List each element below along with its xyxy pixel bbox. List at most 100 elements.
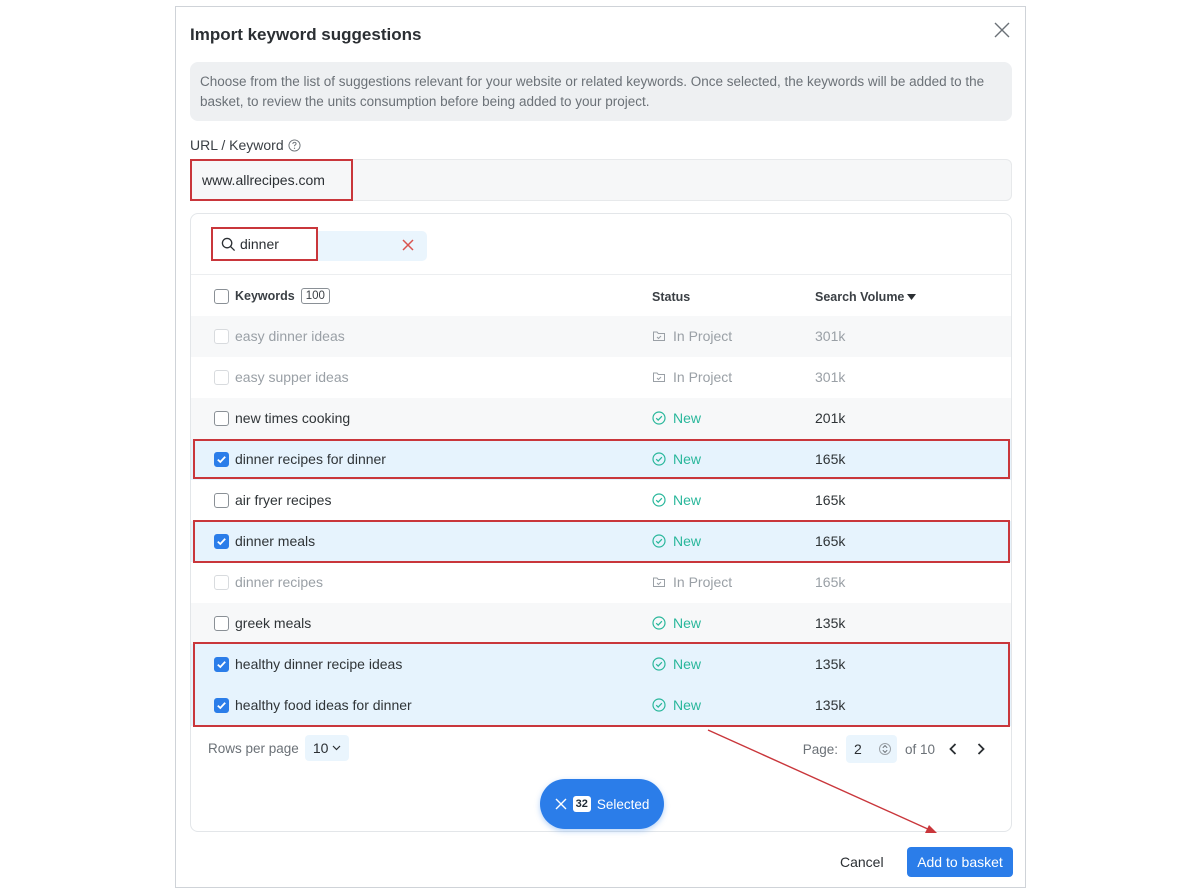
volume-cell: 135k — [815, 656, 846, 672]
search-value: dinner — [240, 236, 279, 252]
keyword-cell: new times cooking — [235, 410, 351, 426]
keyword-cell: easy dinner ideas — [235, 328, 345, 344]
table-row[interactable]: new times cooking New 201k — [191, 398, 1011, 439]
check-circle-icon — [652, 411, 666, 425]
search-volume-header[interactable]: Search Volume — [815, 290, 917, 304]
status-text: New — [673, 410, 702, 426]
row-checkbox — [214, 329, 229, 344]
row-checkbox[interactable] — [214, 657, 229, 672]
cancel-button[interactable]: Cancel — [840, 854, 884, 870]
search-icon — [221, 237, 236, 251]
status-cell: New — [652, 410, 701, 426]
keywords-count-badge: 100 — [300, 288, 330, 304]
page-number-value: 2 — [853, 741, 862, 757]
checkmark-icon — [217, 702, 226, 710]
keyword-cell: healthy dinner recipe ideas — [235, 656, 403, 672]
import-dialog: Import keyword suggestions Choose from t… — [175, 6, 1026, 888]
table-row[interactable]: air fryer recipes New 165k — [191, 480, 1011, 521]
page-number-input[interactable]: 2 — [845, 735, 897, 763]
sort-desc-icon[interactable] — [907, 293, 917, 301]
clear-search-icon[interactable] — [401, 238, 415, 252]
table-row[interactable]: dinner meals New 165k — [191, 521, 1011, 562]
volume-cell: 165k — [815, 533, 846, 549]
volume-cell: 165k — [815, 492, 846, 508]
keyword-cell: healthy food ideas for dinner — [235, 697, 412, 713]
keywords-header: Keywords 100 — [214, 288, 330, 304]
selected-label: Selected — [596, 796, 650, 812]
pagination: Page: 2 of 10 — [803, 735, 991, 763]
status-cell: New — [652, 533, 701, 549]
search-input[interactable]: dinner — [211, 227, 318, 261]
rows-per-page-value: 10 — [312, 740, 329, 756]
keyword-cell: air fryer recipes — [235, 492, 332, 508]
chevron-left-icon — [949, 743, 957, 755]
status-cell: New — [652, 656, 701, 672]
table-row[interactable]: dinner recipes for dinner New 165k — [191, 439, 1011, 480]
volume-cell: 135k — [815, 615, 846, 631]
status-cell: In Project — [652, 328, 732, 344]
prev-page-button[interactable] — [943, 739, 963, 759]
row-checkbox[interactable] — [214, 452, 229, 467]
page-label: Page: — [802, 741, 838, 757]
next-page-button[interactable] — [971, 739, 991, 759]
chevron-right-icon — [977, 743, 985, 755]
row-checkbox[interactable] — [214, 698, 229, 713]
page-total: of 10 — [904, 741, 935, 757]
volume-cell: 165k — [815, 574, 846, 590]
row-checkbox — [214, 575, 229, 590]
volume-cell: 301k — [815, 328, 846, 344]
add-to-basket-button[interactable]: Add to basket — [907, 847, 1013, 877]
status-cell: New — [652, 697, 701, 713]
selected-count-badge: 32 — [572, 796, 591, 812]
keyword-cell: dinner recipes for dinner — [235, 451, 386, 467]
search-filter[interactable]: dinner — [211, 227, 427, 261]
close-icon[interactable] — [993, 21, 1011, 39]
status-text: In Project — [673, 369, 733, 385]
check-circle-icon — [652, 698, 666, 712]
row-checkbox[interactable] — [214, 493, 229, 508]
keyword-cell: greek meals — [235, 615, 312, 631]
table-row[interactable]: greek meals New 135k — [191, 603, 1011, 644]
status-header: Status — [652, 290, 691, 304]
search-volume-header-label: Search Volume — [815, 290, 905, 304]
status-cell: New — [652, 615, 701, 631]
url-keyword-field[interactable]: www.allrecipes.com — [190, 159, 1012, 201]
url-label-text: URL / Keyword — [190, 137, 284, 153]
url-keyword-value[interactable]: www.allrecipes.com — [190, 159, 353, 201]
table-row[interactable]: healthy dinner recipe ideas New 135k — [191, 644, 1011, 685]
row-checkbox[interactable] — [214, 534, 229, 549]
status-cell: New — [652, 451, 701, 467]
check-circle-icon — [652, 534, 666, 548]
status-cell: In Project — [652, 574, 732, 590]
table-row[interactable]: healthy food ideas for dinner New 135k — [191, 685, 1011, 726]
folder-icon — [653, 577, 665, 587]
dialog-title: Import keyword suggestions — [190, 25, 422, 44]
table-header: Keywords 100 Status Search Volume — [191, 274, 1011, 316]
selected-count-button[interactable]: 32 Selected — [540, 779, 664, 829]
status-text: New — [673, 615, 702, 631]
close-icon[interactable] — [555, 798, 567, 810]
check-circle-icon — [652, 452, 666, 466]
status-text: In Project — [673, 574, 733, 590]
select-all-checkbox[interactable] — [214, 288, 229, 304]
suggestions-panel: dinner Keywords 100 Status Search Volume — [190, 213, 1012, 832]
table-row: dinner recipes In Project 165k — [191, 562, 1011, 603]
stepper-icon[interactable] — [878, 741, 891, 757]
check-circle-icon — [652, 616, 666, 630]
help-icon[interactable] — [288, 138, 301, 152]
status-text: New — [673, 697, 702, 713]
check-circle-icon — [652, 657, 666, 671]
status-text: New — [673, 492, 702, 508]
row-checkbox[interactable] — [214, 411, 229, 426]
folder-icon — [653, 372, 665, 382]
rows-per-page-label: Rows per page — [208, 740, 299, 756]
rows-per-page: Rows per page 10 — [208, 735, 350, 761]
table-row: easy supper ideas In Project 301k — [191, 357, 1011, 398]
status-text: New — [673, 533, 702, 549]
check-circle-icon — [652, 493, 666, 507]
status-text: New — [673, 451, 702, 467]
rows-per-page-select[interactable]: 10 — [304, 735, 350, 761]
row-checkbox[interactable] — [214, 616, 229, 631]
status-text: New — [673, 656, 702, 672]
status-cell: In Project — [652, 369, 732, 385]
